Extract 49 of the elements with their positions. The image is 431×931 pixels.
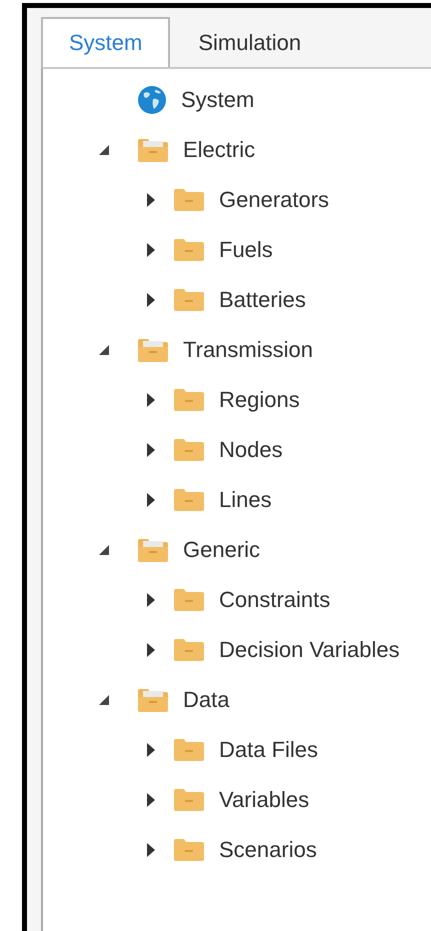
expand-arrow-icon[interactable] xyxy=(147,793,155,807)
tree-item[interactable]: Electric xyxy=(183,137,256,163)
tree-item[interactable]: Nodes xyxy=(219,437,283,463)
tree-item[interactable]: Constraints xyxy=(219,587,330,613)
tab[interactable]: System xyxy=(41,17,170,67)
tree-item[interactable]: Generators xyxy=(219,187,330,213)
expand-arrow-icon[interactable] xyxy=(147,443,155,457)
expand-arrow-icon[interactable] xyxy=(147,393,155,407)
folder-icon xyxy=(173,738,205,762)
tree-item[interactable]: Transmission xyxy=(183,337,313,363)
expand-arrow-icon[interactable] xyxy=(147,593,155,607)
expand-arrow-icon[interactable] xyxy=(147,493,155,507)
expand-arrow-icon[interactable] xyxy=(147,643,155,657)
tree-item[interactable]: Data Files xyxy=(219,737,318,763)
tree-item[interactable]: Decision Variables xyxy=(219,637,400,663)
expand-arrow-icon[interactable] xyxy=(147,293,155,307)
folder-icon xyxy=(173,638,205,662)
globe-icon xyxy=(137,85,167,115)
folder-icon xyxy=(173,788,205,812)
open-folder-icon xyxy=(137,537,169,563)
expand-arrow-icon[interactable] xyxy=(147,193,155,207)
folder-icon xyxy=(173,238,205,262)
collapse-arrow-icon[interactable] xyxy=(99,145,109,155)
tab[interactable]: Simulation xyxy=(170,17,330,67)
folder-icon xyxy=(173,588,205,612)
open-folder-icon xyxy=(137,337,169,363)
tree-item[interactable]: Regions xyxy=(219,387,300,413)
tree-item[interactable]: System xyxy=(181,87,254,113)
open-folder-icon xyxy=(137,137,169,163)
folder-icon xyxy=(173,838,205,862)
expand-arrow-icon[interactable] xyxy=(147,743,155,757)
tree-item[interactable]: Generic xyxy=(183,537,260,563)
tree-item[interactable]: Variables xyxy=(219,787,310,813)
tree-item[interactable]: Scenarios xyxy=(219,837,317,863)
tree-item[interactable]: Lines xyxy=(219,487,272,513)
folder-icon xyxy=(173,288,205,312)
collapse-arrow-icon[interactable] xyxy=(99,695,109,705)
folder-icon xyxy=(173,188,205,212)
folder-icon xyxy=(173,388,205,412)
expand-arrow-icon[interactable] xyxy=(147,843,155,857)
collapse-arrow-icon[interactable] xyxy=(99,345,109,355)
folder-icon xyxy=(173,488,205,512)
tree-item[interactable]: Batteries xyxy=(219,287,306,313)
expand-arrow-icon[interactable] xyxy=(147,243,155,257)
folder-icon xyxy=(173,438,205,462)
tree-item[interactable]: Data xyxy=(183,687,230,713)
collapse-arrow-icon[interactable] xyxy=(99,545,109,555)
open-folder-icon xyxy=(137,687,169,713)
tree-item[interactable]: Fuels xyxy=(219,237,273,263)
